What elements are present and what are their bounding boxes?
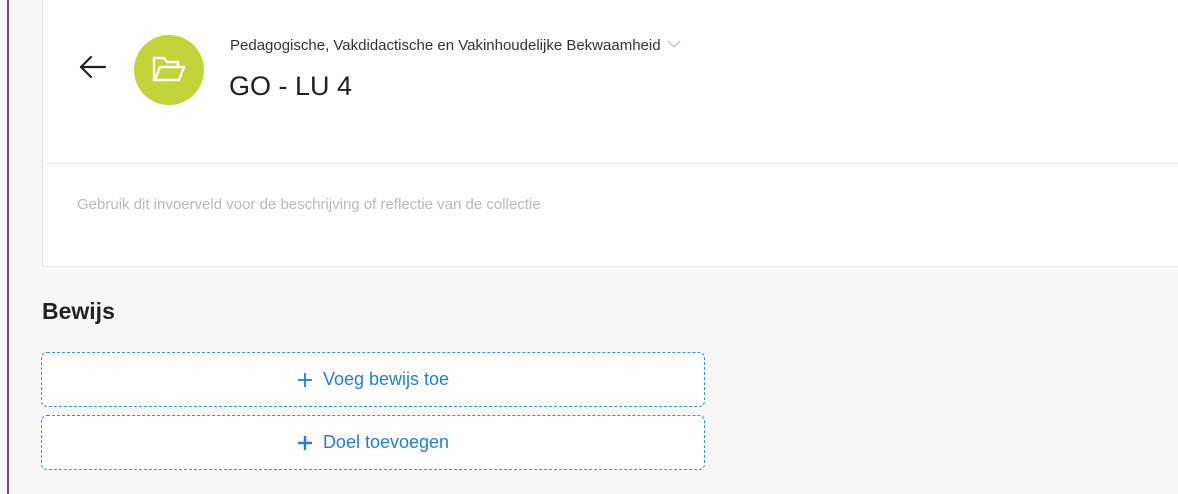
add-evidence-label: Voeg bewijs toe [322, 369, 450, 389]
section-heading-evidence: Bewijs [42, 298, 115, 324]
left-border-accent [7, 0, 9, 494]
divider [42, 163, 1178, 164]
page-title: GO - LU 4 [229, 71, 353, 101]
add-evidence-button[interactable]: Voeg bewijs toe [41, 352, 705, 407]
back-button[interactable] [76, 50, 110, 84]
description-field[interactable]: Gebruik dit invoerveld voor de beschrijv… [77, 196, 541, 213]
breadcrumb[interactable]: Pedagogische, Vakdidactische en Vakinhou… [230, 37, 681, 54]
plus-icon [297, 372, 312, 387]
add-goal-label: Doel toevoegen [322, 432, 450, 452]
chevron-down-icon[interactable] [667, 40, 681, 49]
add-goal-button[interactable]: Doel toevoegen [41, 415, 705, 470]
breadcrumb-label: Pedagogische, Vakdidactische en Vakinhou… [230, 37, 661, 54]
plus-icon [297, 435, 312, 450]
arrow-left-icon [79, 55, 107, 79]
folder-open-icon [152, 56, 186, 82]
collection-avatar [134, 35, 204, 105]
